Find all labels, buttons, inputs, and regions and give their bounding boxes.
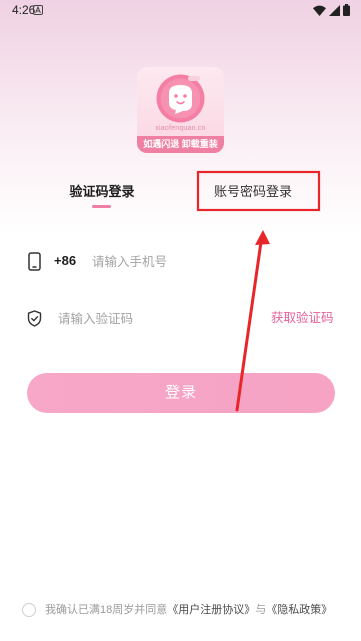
battery-icon: [343, 4, 350, 16]
get-code-button[interactable]: 获取验证码: [271, 310, 334, 326]
phone-icon: [28, 252, 41, 271]
login-button[interactable]: 登录: [27, 373, 335, 413]
shield-icon: [27, 310, 42, 327]
agreement-prefix: 我确认已满18周岁并同意: [45, 604, 168, 616]
status-bar: 4:26: [0, 0, 361, 20]
agreement-conjunction: 与: [255, 604, 267, 616]
signal-icon: [329, 5, 340, 16]
privacy-link[interactable]: 《隐私政策》: [266, 604, 332, 616]
phone-input[interactable]: [92, 253, 312, 270]
a-notification-icon: [33, 5, 43, 15]
verification-code-input[interactable]: [58, 310, 258, 327]
agreement-text: 我确认已满18周岁并同意《用户注册协议》与《隐私政策》: [45, 603, 332, 617]
app-logo: xiaofenquan.cn 如遇闪退 卸载重装: [137, 67, 224, 153]
agreement-checkbox[interactable]: [22, 603, 36, 617]
annotation-arrow-head: [255, 230, 270, 245]
face-logo-icon: [156, 74, 205, 123]
terms-link[interactable]: 《用户注册协议》: [167, 604, 255, 616]
tab-sms-code-login[interactable]: 验证码登录: [57, 184, 147, 200]
wifi-icon: [313, 5, 326, 16]
status-time: 4:26: [12, 3, 36, 17]
tab-password-login[interactable]: 账号密码登录: [208, 184, 298, 200]
logo-banner: 如遇闪退 卸载重装: [137, 136, 224, 153]
country-code-selector[interactable]: +86: [54, 253, 76, 269]
active-tab-indicator: [92, 205, 111, 208]
logo-site-text: xiaofenquan.cn: [155, 125, 206, 132]
